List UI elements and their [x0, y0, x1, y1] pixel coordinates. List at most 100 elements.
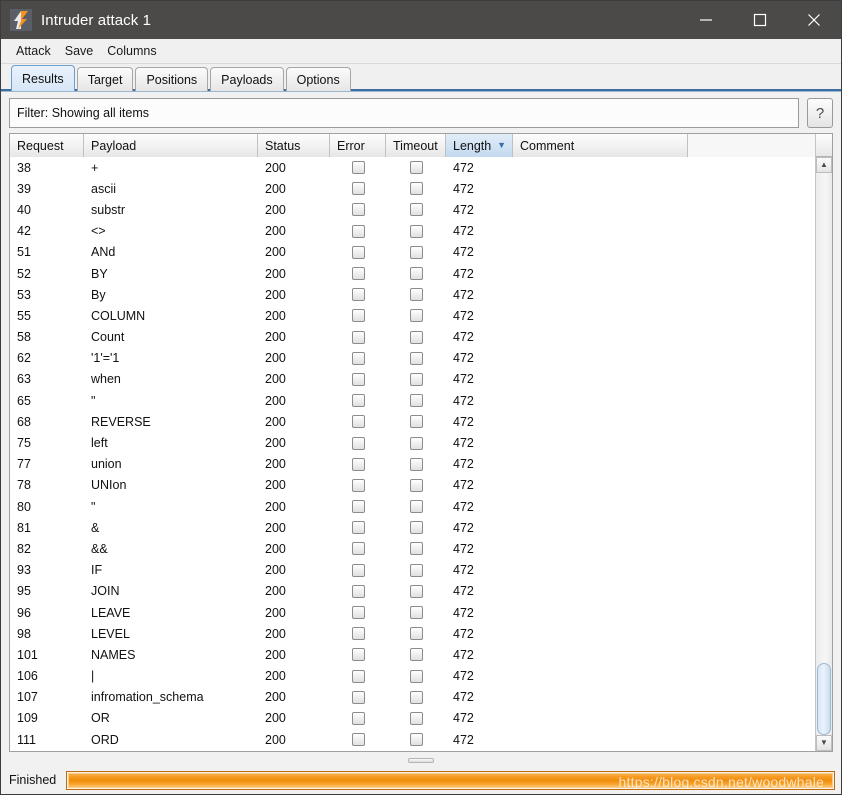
table-row[interactable]: 82 && 200 472: [10, 538, 815, 559]
table-row[interactable]: 51 ANd 200 472: [10, 242, 815, 263]
timeout-checkbox[interactable]: [409, 351, 423, 365]
error-checkbox[interactable]: [351, 309, 365, 323]
timeout-checkbox[interactable]: [409, 394, 423, 408]
error-checkbox[interactable]: [351, 563, 365, 577]
timeout-checkbox[interactable]: [409, 245, 423, 259]
table-row[interactable]: 109 OR 200 472: [10, 708, 815, 729]
scrollbar-thumb[interactable]: [817, 663, 831, 735]
scroll-up-icon[interactable]: ▲: [816, 157, 832, 173]
error-checkbox[interactable]: [351, 182, 365, 196]
table-row[interactable]: 52 BY 200 472: [10, 263, 815, 284]
tab-options[interactable]: Options: [285, 67, 351, 91]
splitter-grip-icon[interactable]: [408, 758, 434, 763]
column-header-request[interactable]: Request: [10, 134, 84, 157]
column-header-timeout[interactable]: Timeout: [386, 134, 446, 157]
table-row[interactable]: 38 +200 472: [10, 157, 815, 178]
tab-positions[interactable]: Positions: [135, 67, 209, 91]
panel-splitter[interactable]: [1, 755, 841, 766]
table-row[interactable]: 63 when 200 472: [10, 369, 815, 390]
close-icon[interactable]: [787, 1, 841, 39]
timeout-checkbox[interactable]: [409, 415, 423, 429]
error-checkbox[interactable]: [351, 478, 365, 492]
timeout-checkbox[interactable]: [409, 606, 423, 620]
menu-item-save[interactable]: Save: [58, 42, 101, 60]
table-row[interactable]: 42 <> 200 472: [10, 221, 815, 242]
vertical-scrollbar[interactable]: ▲ ▼: [815, 134, 832, 751]
timeout-checkbox[interactable]: [409, 542, 423, 556]
table-row[interactable]: 106 | 200 472: [10, 666, 815, 687]
timeout-checkbox[interactable]: [409, 372, 423, 386]
error-checkbox[interactable]: [351, 733, 365, 747]
table-row[interactable]: 95 JOIN 200 472: [10, 581, 815, 602]
timeout-checkbox[interactable]: [409, 500, 423, 514]
column-header-error[interactable]: Error: [330, 134, 386, 157]
error-checkbox[interactable]: [351, 288, 365, 302]
filter-bar[interactable]: Filter: Showing all items: [9, 98, 799, 128]
error-checkbox[interactable]: [351, 372, 365, 386]
table-row[interactable]: 40 substr 200 472: [10, 199, 815, 220]
column-header-payload[interactable]: Payload: [84, 134, 258, 157]
timeout-checkbox[interactable]: [409, 563, 423, 577]
help-icon[interactable]: ?: [807, 98, 833, 128]
table-row[interactable]: 39 ascii 200 472: [10, 178, 815, 199]
timeout-checkbox[interactable]: [409, 161, 423, 175]
error-checkbox[interactable]: [351, 711, 365, 725]
error-checkbox[interactable]: [351, 521, 365, 535]
error-checkbox[interactable]: [351, 690, 365, 704]
error-checkbox[interactable]: [351, 627, 365, 641]
error-checkbox[interactable]: [351, 500, 365, 514]
table-row[interactable]: 62 '1'='1 200 472: [10, 348, 815, 369]
table-row[interactable]: 58 Count 200 472: [10, 327, 815, 348]
error-checkbox[interactable]: [351, 161, 365, 175]
error-checkbox[interactable]: [351, 584, 365, 598]
timeout-checkbox[interactable]: [409, 627, 423, 641]
table-row[interactable]: 53 By 200 472: [10, 284, 815, 305]
error-checkbox[interactable]: [351, 203, 365, 217]
timeout-checkbox[interactable]: [409, 733, 423, 747]
timeout-checkbox[interactable]: [409, 478, 423, 492]
timeout-checkbox[interactable]: [409, 267, 423, 281]
table-row[interactable]: 101 NAMES 200 472: [10, 644, 815, 665]
error-checkbox[interactable]: [351, 245, 365, 259]
timeout-checkbox[interactable]: [409, 690, 423, 704]
error-checkbox[interactable]: [351, 394, 365, 408]
table-row[interactable]: 55 COLUMN 200 472: [10, 305, 815, 326]
table-row[interactable]: 78 UNIon 200 472: [10, 475, 815, 496]
error-checkbox[interactable]: [351, 224, 365, 238]
tab-target[interactable]: Target: [76, 67, 134, 91]
table-row[interactable]: 77 union 200 472: [10, 454, 815, 475]
timeout-checkbox[interactable]: [409, 309, 423, 323]
error-checkbox[interactable]: [351, 436, 365, 450]
timeout-checkbox[interactable]: [409, 203, 423, 217]
scroll-down-icon[interactable]: ▼: [816, 735, 832, 751]
table-row[interactable]: 98 LEVEL 200 472: [10, 623, 815, 644]
table-row[interactable]: 81 & 200 472: [10, 517, 815, 538]
column-header-length[interactable]: Length ▼: [446, 134, 513, 157]
timeout-checkbox[interactable]: [409, 224, 423, 238]
table-row[interactable]: 65 " 200 472: [10, 390, 815, 411]
error-checkbox[interactable]: [351, 669, 365, 683]
table-row[interactable]: 107 infromation_schema 200 472: [10, 687, 815, 708]
timeout-checkbox[interactable]: [409, 182, 423, 196]
table-row[interactable]: 68 REVERSE 200 472: [10, 411, 815, 432]
timeout-checkbox[interactable]: [409, 584, 423, 598]
table-row[interactable]: 111 ORD 200 472: [10, 729, 815, 750]
timeout-checkbox[interactable]: [409, 521, 423, 535]
table-row[interactable]: 93 IF 200 472: [10, 560, 815, 581]
table-row[interactable]: 80 " 200 472: [10, 496, 815, 517]
error-checkbox[interactable]: [351, 415, 365, 429]
error-checkbox[interactable]: [351, 542, 365, 556]
error-checkbox[interactable]: [351, 330, 365, 344]
maximize-icon[interactable]: [733, 1, 787, 39]
timeout-checkbox[interactable]: [409, 330, 423, 344]
menu-item-columns[interactable]: Columns: [100, 42, 163, 60]
tab-payloads[interactable]: Payloads: [210, 67, 284, 91]
column-header-status[interactable]: Status: [258, 134, 330, 157]
timeout-checkbox[interactable]: [409, 648, 423, 662]
table-row[interactable]: 75 left 200 472: [10, 432, 815, 453]
error-checkbox[interactable]: [351, 648, 365, 662]
timeout-checkbox[interactable]: [409, 457, 423, 471]
error-checkbox[interactable]: [351, 351, 365, 365]
scrollbar-space-above[interactable]: [816, 173, 832, 663]
timeout-checkbox[interactable]: [409, 288, 423, 302]
